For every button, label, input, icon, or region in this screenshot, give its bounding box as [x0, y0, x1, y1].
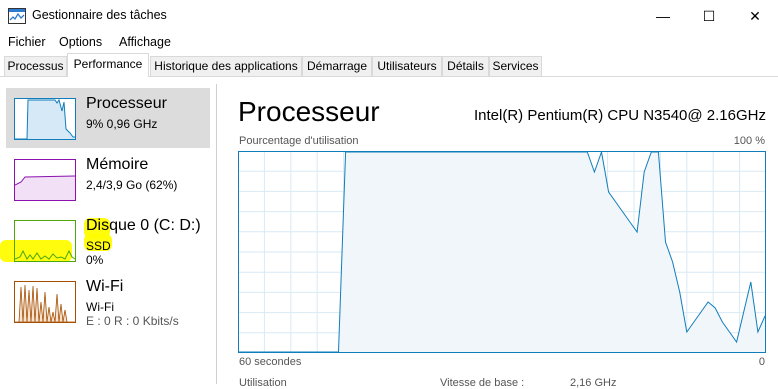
graph-time-right: 0 — [758, 356, 765, 368]
cpu-thumbnail — [14, 98, 76, 140]
perf-item-memoire[interactable]: Mémoire 2,4/3,9 Go (62%) — [6, 149, 210, 209]
menu-fichier[interactable]: Fichier — [8, 35, 46, 49]
tab-bar: Processus Performance Historique des app… — [0, 52, 778, 77]
perf-item-detail: 2,4/3,9 Go (62%) — [86, 178, 178, 192]
task-manager-icon — [8, 8, 26, 24]
graph-label: Pourcentage d'utilisation — [239, 135, 359, 147]
perf-item-usage: 0% — [86, 253, 104, 267]
stat-label: Vitesse de base : — [440, 377, 525, 389]
tab-performance[interactable]: Performance — [67, 53, 149, 77]
menu-affichage[interactable]: Affichage — [119, 35, 171, 49]
menu-options[interactable]: Options — [59, 35, 102, 49]
stat-value: 2,16 GHz — [570, 377, 617, 389]
perf-item-detail: Wi-Fi — [86, 300, 114, 314]
disk-thumbnail — [14, 220, 76, 262]
title-bar: Gestionnaire des tâches — ☐ ✕ — [0, 0, 778, 32]
perf-item-name: Mémoire — [86, 156, 149, 173]
tab-services[interactable]: Services — [489, 56, 542, 76]
perf-item-name: Processeur — [86, 95, 167, 112]
perf-sidebar: Processeur 9% 0,96 GHz Mémoire 2,4/3,9 G… — [0, 77, 212, 384]
stat-label: Utilisation — [239, 377, 287, 389]
cpu-model: Intel(R) Pentium(R) CPU N3540@ 2.16GHz — [474, 107, 766, 124]
sidebar-divider — [216, 84, 217, 384]
menu-bar: Fichier Options Affichage — [0, 32, 778, 52]
perf-item-detail: 9% 0,96 GHz — [86, 117, 158, 131]
perf-item-name: Disque 0 (C: D:) — [86, 217, 201, 234]
perf-item-processeur[interactable]: Processeur 9% 0,96 GHz — [6, 88, 210, 148]
memory-thumbnail — [14, 159, 76, 201]
cpu-usage-graph — [238, 151, 766, 353]
tab-details[interactable]: Détails — [442, 56, 489, 76]
graph-max-label: 100 % — [733, 135, 765, 147]
minimize-button[interactable]: — — [640, 0, 686, 32]
perf-item-detail: SSD — [86, 239, 111, 253]
tab-demarrage[interactable]: Démarrage — [302, 56, 372, 76]
wifi-thumbnail — [14, 281, 76, 323]
tab-utilisateurs[interactable]: Utilisateurs — [372, 56, 442, 76]
perf-item-wifi[interactable]: Wi-Fi Wi-Fi E : 0 R : 0 Kbits/s — [6, 271, 210, 331]
close-button[interactable]: ✕ — [732, 0, 778, 32]
window-title: Gestionnaire des tâches — [32, 8, 167, 22]
maximize-button[interactable]: ☐ — [686, 0, 732, 32]
graph-time-left: 60 secondes — [239, 356, 302, 368]
perf-item-name: Wi-Fi — [86, 278, 124, 295]
tab-historique[interactable]: Historique des applications — [150, 56, 302, 76]
page-title: Processeur — [238, 96, 380, 127]
tab-processus[interactable]: Processus — [4, 56, 67, 76]
perf-item-disque[interactable]: Disque 0 (C: D:) SSD 0% — [0, 210, 210, 270]
perf-item-throughput: E : 0 R : 0 Kbits/s — [86, 314, 179, 328]
